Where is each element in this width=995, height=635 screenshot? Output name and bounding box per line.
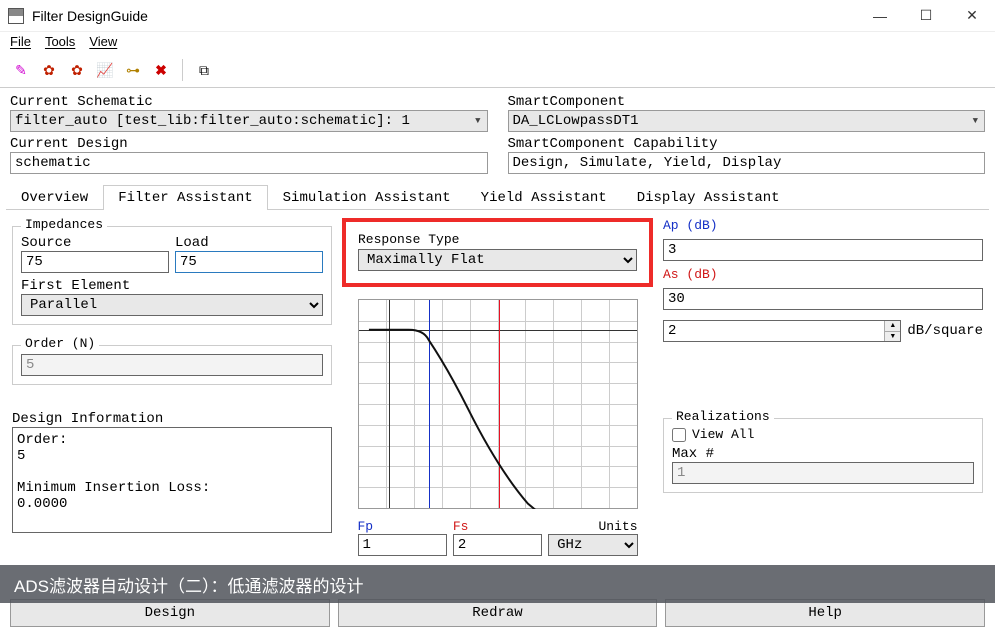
junction-icon[interactable]: ⊶ xyxy=(122,59,144,81)
as-label: As (dB) xyxy=(663,267,983,282)
menubar: File Tools View xyxy=(0,32,995,55)
design-info-text: Order: 5 Minimum Insertion Loss: 0.0000 xyxy=(12,427,332,533)
help-button[interactable]: Help xyxy=(665,599,985,627)
menu-file[interactable]: File xyxy=(10,34,31,49)
impedances-title: Impedances xyxy=(21,217,107,232)
dbsquare-suffix: dB/square xyxy=(907,323,983,339)
fp-input[interactable] xyxy=(358,534,447,556)
realizations-title: Realizations xyxy=(672,409,774,424)
units-label: Units xyxy=(548,519,637,534)
spin-up[interactable]: ▲ xyxy=(884,321,900,332)
menu-view[interactable]: View xyxy=(89,34,117,49)
fs-label: Fs xyxy=(453,519,542,534)
window-title: Filter DesignGuide xyxy=(32,8,857,24)
response-plot xyxy=(358,299,638,509)
order-group: Order (N) xyxy=(12,345,332,385)
as-input[interactable] xyxy=(663,288,983,310)
minimize-button[interactable]: — xyxy=(857,0,903,32)
smartcomponent-combo[interactable]: DA_LCLowpassDT1 xyxy=(508,110,986,132)
tune-icon[interactable]: ⧉ xyxy=(193,59,215,81)
tab-simulation-assistant[interactable]: Simulation Assistant xyxy=(268,185,466,210)
tab-overview[interactable]: Overview xyxy=(6,185,103,210)
dbsquare-input[interactable] xyxy=(663,320,901,342)
toolbar-separator xyxy=(182,59,183,81)
app-icon xyxy=(8,8,24,24)
ap-label: Ap (dB) xyxy=(663,218,983,233)
maxn-label: Max # xyxy=(672,446,974,462)
view-all-label: View All xyxy=(692,427,754,442)
fp-label: Fp xyxy=(358,519,447,534)
design-button[interactable]: Design xyxy=(10,599,330,627)
response-type-box: Response Type Maximally Flat xyxy=(342,218,653,287)
smartcomponent-label: SmartComponent xyxy=(508,94,986,110)
current-schematic-combo[interactable]: filter_auto [test_lib:filter_auto:schema… xyxy=(10,110,488,132)
wizard-icon[interactable]: ✎ xyxy=(10,59,32,81)
caption-overlay: ADS滤波器自动设计（二）：低通滤波器的设计 xyxy=(0,565,995,603)
redraw-button[interactable]: Redraw xyxy=(338,599,658,627)
capability-field: Design, Simulate, Yield, Display xyxy=(508,152,986,174)
fs-input[interactable] xyxy=(453,534,542,556)
maximize-button[interactable]: ☐ xyxy=(903,0,949,32)
source-label: Source xyxy=(21,235,169,251)
plot-icon[interactable]: 📈 xyxy=(94,59,116,81)
close-button[interactable]: ✕ xyxy=(949,0,995,32)
load-label: Load xyxy=(175,235,323,251)
spin-down[interactable]: ▼ xyxy=(884,332,900,342)
order-title: Order (N) xyxy=(21,336,99,351)
response-type-select[interactable]: Maximally Flat xyxy=(358,249,637,271)
first-element-select[interactable]: Parallel xyxy=(21,294,323,316)
impedances-group: Impedances Source Load First Element Par… xyxy=(12,226,332,325)
tab-yield-assistant[interactable]: Yield Assistant xyxy=(466,185,622,210)
menu-tools[interactable]: Tools xyxy=(45,34,75,49)
toolbar: ✎ ✿ ✿ 📈 ⊶ ✖ ⧉ xyxy=(0,55,995,88)
order-input xyxy=(21,354,323,376)
load-input[interactable] xyxy=(175,251,323,273)
tab-filter-assistant[interactable]: Filter Assistant xyxy=(103,185,267,210)
view-all-checkbox[interactable] xyxy=(672,428,686,442)
capability-label: SmartComponent Capability xyxy=(508,136,986,152)
design-info-label: Design Information xyxy=(12,411,332,427)
delete-icon[interactable]: ✖ xyxy=(150,59,172,81)
ap-input[interactable] xyxy=(663,239,983,261)
realizations-group: Realizations View All Max # xyxy=(663,418,983,493)
tab-display-assistant[interactable]: Display Assistant xyxy=(622,185,795,210)
gear2-icon[interactable]: ✿ xyxy=(66,59,88,81)
source-input[interactable] xyxy=(21,251,169,273)
gear1-icon[interactable]: ✿ xyxy=(38,59,60,81)
tab-row: Overview Filter Assistant Simulation Ass… xyxy=(6,184,989,210)
titlebar: Filter DesignGuide — ☐ ✕ xyxy=(0,0,995,32)
response-type-label: Response Type xyxy=(358,232,637,247)
current-design-label: Current Design xyxy=(10,136,488,152)
units-select[interactable]: GHz xyxy=(548,534,637,556)
first-element-label: First Element xyxy=(21,278,130,294)
current-design-field[interactable]: schematic xyxy=(10,152,488,174)
maxn-input xyxy=(672,462,974,484)
current-schematic-label: Current Schematic xyxy=(10,94,488,110)
